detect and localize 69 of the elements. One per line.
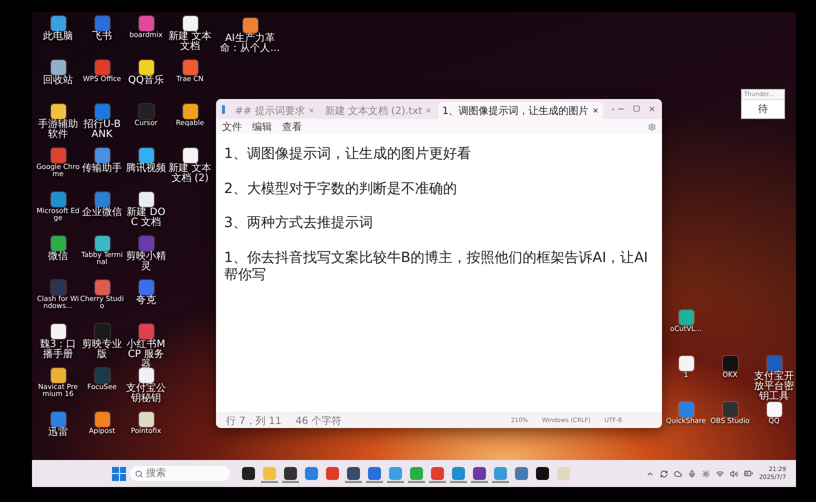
- menu-item[interactable]: 文件: [222, 120, 242, 134]
- app-icon[interactable]: [182, 104, 198, 119]
- text-line: 2、大模型对于字数的判断是不准确的: [224, 180, 458, 198]
- icon-label: 传输助手: [82, 164, 122, 174]
- app-icon[interactable]: [138, 192, 154, 207]
- icon-label: 新建 DOC 文档: [126, 208, 166, 228]
- settings-icon[interactable]: [648, 122, 656, 130]
- search-field[interactable]: 搜索: [130, 466, 230, 481]
- window-button[interactable]: 待: [742, 100, 784, 118]
- app-icon[interactable]: [138, 368, 154, 383]
- taskbar-app-icon[interactable]: [534, 464, 552, 483]
- icon-label: 支付宝公钥秘钥: [125, 384, 167, 404]
- text-line: 1、你去抖音找写文案比较牛B的博主，按照他们的框架告诉AI，让AI帮你写: [224, 250, 649, 284]
- icon-label: 迅雷: [48, 428, 68, 438]
- menu-item[interactable]: 查看: [282, 120, 302, 134]
- icon-label: 招行U-BANK: [82, 120, 122, 140]
- app-icon[interactable]: [94, 236, 110, 251]
- battery-icon[interactable]: [744, 469, 754, 478]
- taskbar-app-icon[interactable]: [345, 464, 362, 483]
- text-line: 1、调图像提示词，让生成的图片更好看: [224, 146, 472, 164]
- icon-label: QQ音乐: [128, 76, 164, 86]
- app-icon[interactable]: [138, 148, 154, 163]
- app-icon[interactable]: [138, 412, 154, 427]
- app-icon[interactable]: [50, 324, 66, 339]
- icon-label: 夸克: [136, 296, 156, 306]
- app-icon[interactable]: [678, 356, 694, 371]
- menu-item[interactable]: 编辑: [252, 120, 272, 134]
- icon-label: 剪映专业版: [81, 340, 123, 360]
- icon-label: 新建 文本文档 (2): [168, 164, 212, 184]
- search-icon: [135, 470, 144, 478]
- app-icon[interactable]: [138, 60, 154, 75]
- app-icon[interactable]: [50, 60, 66, 75]
- icon-label: 回收站: [43, 76, 73, 86]
- icon-label: 小红书MCP 服务器: [126, 340, 166, 371]
- taskbar-app-icon[interactable]: [282, 464, 300, 483]
- start-button[interactable]: [112, 466, 126, 480]
- icon-label: 腾讯视频: [126, 164, 166, 174]
- icon-label: 剪映小精灵: [125, 252, 167, 272]
- microphone-icon[interactable]: [688, 470, 696, 478]
- sync-icon[interactable]: [660, 470, 668, 478]
- icon-label: 微信: [48, 252, 68, 262]
- maximize-icon[interactable]: [633, 105, 640, 112]
- text-line: 3、两种方式去推提示词: [224, 215, 374, 232]
- status-text: 行 7，列 11: [226, 414, 282, 428]
- volume-icon[interactable]: [730, 470, 738, 478]
- icon-label: AI生产力革命：从个人...: [219, 34, 281, 54]
- cloud-icon[interactable]: [674, 470, 682, 478]
- notepad-icon: [222, 104, 225, 114]
- icon-label: 飞书: [92, 32, 112, 42]
- wifi-icon[interactable]: [716, 470, 724, 478]
- icon-label: 支付宝开放平台密钥工具: [753, 372, 795, 403]
- icon-label: 手游辅助软件: [37, 120, 79, 140]
- app-icon[interactable]: [766, 402, 782, 417]
- status-text: 46 个字符: [295, 414, 342, 428]
- app-icon[interactable]: [50, 104, 66, 119]
- taskbar-app-icon[interactable]: [471, 464, 488, 483]
- app-icon[interactable]: [182, 16, 198, 31]
- sun-icon[interactable]: [702, 470, 710, 478]
- close-icon[interactable]: [592, 107, 599, 114]
- tab[interactable]: 1、调图像提示词，让生成的图片: [438, 102, 603, 119]
- icon-label: 魏3：口播手册: [38, 340, 78, 360]
- app-icon[interactable]: [182, 148, 198, 163]
- icon-label: 企业微信: [82, 208, 122, 218]
- app-icon[interactable]: [50, 368, 66, 383]
- close-icon[interactable]: [648, 105, 656, 113]
- app-icon[interactable]: [242, 18, 258, 33]
- icon-label: 新建 文本文档: [168, 32, 212, 52]
- taskbar-app-icon[interactable]: [240, 464, 258, 483]
- icon-label: 此电脑: [43, 32, 73, 42]
